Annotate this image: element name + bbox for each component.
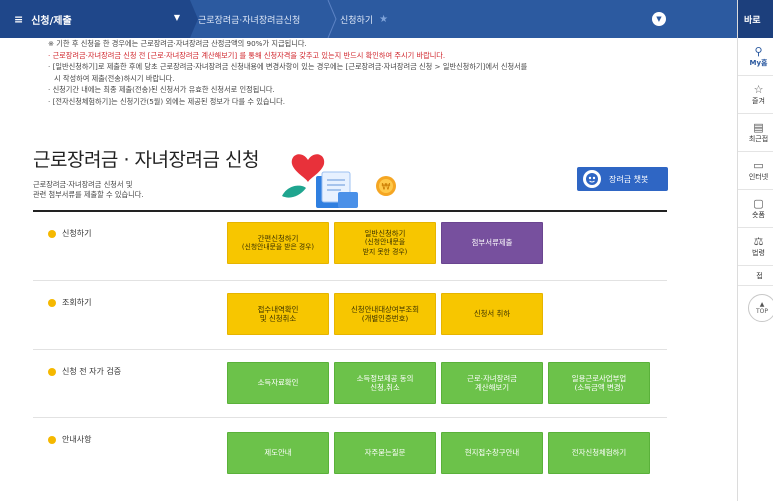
onsite-desk-button[interactable]: 현지접수창구안내 [441,432,543,474]
monitor-icon: ▭ [753,158,764,172]
menu-label: 신청/제출 [31,15,72,27]
notice-line: · [일반신청하기]로 제출한 후에 당초 근로장려금·자녀장려금 신청내용에 … [48,62,528,71]
leaf-icon [282,185,306,198]
quick-item-shortform[interactable]: ▢ 숏폼 [738,190,773,228]
menu-dropdown-button[interactable]: ≡ 신청/제출 ▼ [0,0,190,38]
bullet-dot-icon [48,298,56,307]
section-label-apply: 신청하기 [48,228,91,239]
breadcrumb-item-apply[interactable]: 신청하기 ★ [340,0,388,38]
section-divider [33,280,667,281]
general-apply-button[interactable]: 일반신청하기 (신청안내문을 받지 못한 경우) [334,222,436,264]
star-outline-icon: ☆ [753,82,764,96]
breadcrumb-item-eitc[interactable]: 근로장려금·자녀장려금신청 [198,0,300,38]
notice-line: · 신청기간 내에는 최종 제출(전송)된 신청서가 유효한 신청서로 인정됩니… [48,85,275,94]
notice-line-warning: · 근로장려금·자녀장려금 신청 전 [근로·자녀장려금 계산해보기] 를 통해… [48,50,446,60]
notice-line: ※ 기한 후 신청을 한 경우에는 근로장려금·자녀장려금 산정금액의 90%가… [48,39,307,48]
notice-line: · [전자신청체험하기]는 신청기간(5월) 외에는 제공된 정보가 다를 수 … [48,96,286,106]
quick-menu-header: 바로 [738,0,773,38]
simple-apply-button[interactable]: 간편신청하기 (신청안내문을 받은 경우) [227,222,329,264]
section-divider [33,417,667,418]
attach-documents-button[interactable]: 첨부서류제출 [441,222,543,264]
section-divider [33,349,667,350]
calculate-button[interactable]: 근로·자녀장려금 계산해보기 [441,362,543,404]
section-divider-top [33,210,667,212]
document-icon: ▤ [753,120,764,134]
quick-item-myhome[interactable]: ⚲ My홈 [738,38,773,76]
section-label-verify: 신청 전 자가 검증 [48,366,121,377]
quick-item-law[interactable]: ⚖ 법령 [738,228,773,266]
svg-text:₩: ₩ [382,183,391,193]
receipt-check-button[interactable]: 접수내역확인 및 신청취소 [227,293,329,335]
income-check-button[interactable]: 소득자료확인 [227,362,329,404]
target-lookup-button[interactable]: 신청안내대상여부조회 (개별인증번호) [334,293,436,335]
quick-item-recent[interactable]: ▤ 최근접 [738,114,773,152]
notice-line: 시 작성하여 제출(전송)하시기 바랍니다. [54,73,175,83]
favorite-star-icon[interactable]: ★ [379,14,388,25]
e-application-trial-button[interactable]: 전자신청체험하기 [548,432,650,474]
withdraw-application-button[interactable]: 신청서 취하 [441,293,543,335]
quick-item-collapse[interactable]: 접 [738,266,773,286]
page-title: 근로장려금 · 자녀장려금 신청 [33,149,259,171]
top-navigation-bar: ≡ 신청/제출 ▼ 근로장려금·자녀장려금신청 신청하기 ★ ▼ [0,0,737,38]
section-label-guide: 안내사항 [48,434,91,445]
section-label-lookup: 조회하기 [48,297,91,308]
faq-button[interactable]: 자주묻는질문 [334,432,436,474]
daily-income-change-button[interactable]: 일용근로사업부업 (소득금액 변경) [548,362,650,404]
arrow-up-icon: ▲ [759,301,765,308]
page-subtitle: 근로장려금·자녀장려금 신청서 및 관련 첨부서류를 제출할 수 있습니다. [33,180,144,199]
caret-down-icon: ▼ [173,13,180,22]
expand-down-icon[interactable]: ▼ [652,12,666,26]
quick-item-favorites[interactable]: ☆ 즐겨 [738,76,773,114]
chatbot-face-icon [583,170,601,188]
quick-item-internet[interactable]: ▭ 인터넷 [738,152,773,190]
quick-menu-panel: 바로 ⚲ My홈 ☆ 즐겨 ▤ 최근접 ▭ 인터넷 ▢ 숏폼 ⚖ 법령 접 ▲ … [737,0,773,501]
document-stack-icon [316,171,358,208]
scroll-top-button[interactable]: ▲ TOP [748,294,773,322]
breadcrumb-separator-icon [326,0,340,38]
won-coin-icon: ₩ [376,176,396,196]
bullet-dot-icon [48,367,56,376]
bullet-dot-icon [48,229,56,238]
chatbot-button[interactable]: 장려금 챗봇 [577,167,668,191]
notice-list: ※ 기한 후 신청을 한 경우에는 근로장려금·자녀장려금 산정금액의 90%가… [48,38,688,107]
play-icon: ▢ [753,196,764,210]
person-icon: ⚲ [754,44,763,58]
hamburger-icon: ≡ [14,12,24,26]
system-guide-button[interactable]: 제도안내 [227,432,329,474]
bullet-dot-icon [48,435,56,444]
income-consent-button[interactable]: 소득정보제공 동의 신청,취소 [334,362,436,404]
application-illustration: ₩ [278,150,408,210]
scale-icon: ⚖ [753,234,764,248]
